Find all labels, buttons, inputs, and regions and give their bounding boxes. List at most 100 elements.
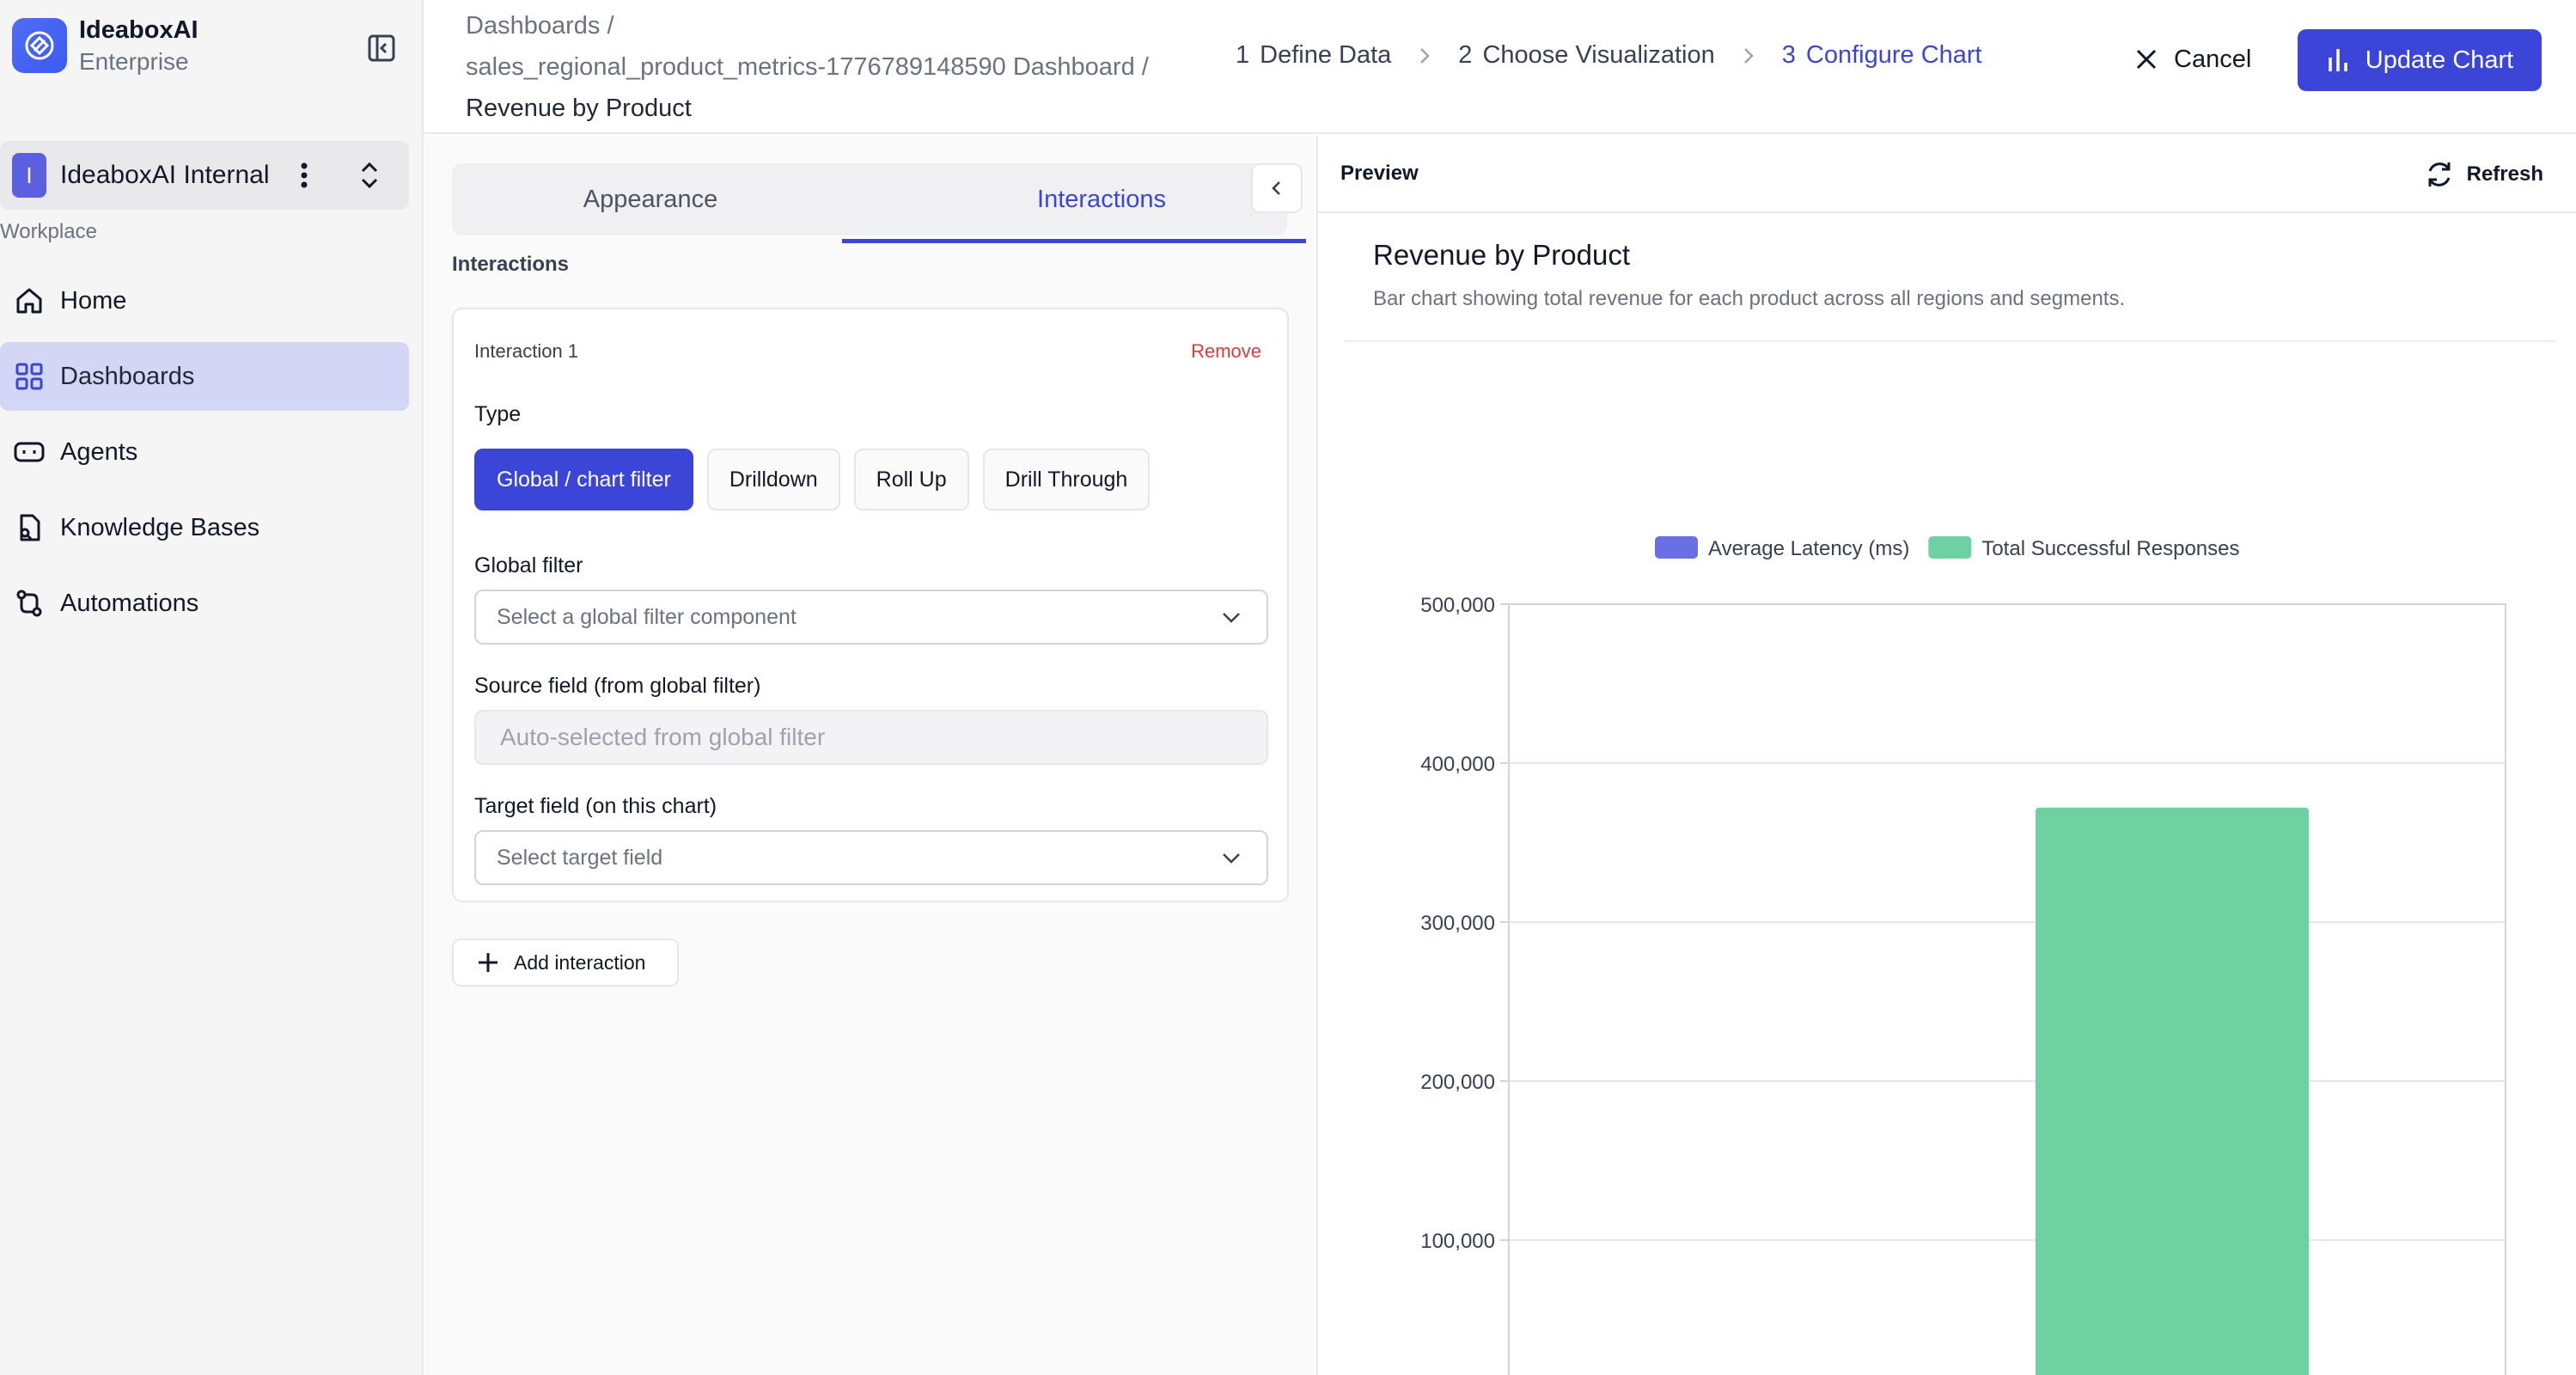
chart-subtitle: Bar chart showing total revenue for each… <box>1373 287 2126 310</box>
y-tick-label: 500,000 <box>1420 594 1495 617</box>
workspace-switcher[interactable]: I IdeaboxAI Internal <box>0 141 409 210</box>
interaction-type-group: Global / chart filter Drilldown Roll Up … <box>474 449 1163 510</box>
type-label: Type <box>474 402 522 426</box>
chevron-left-icon <box>1272 181 1280 195</box>
source-field-placeholder: Auto-selected from global filter <box>500 724 826 750</box>
bar <box>2036 807 2309 1375</box>
chevron-right-icon <box>1419 46 1431 66</box>
step-label: Configure Chart <box>1805 41 1982 69</box>
knowledge-base-icon <box>12 510 46 545</box>
active-tab-indicator <box>842 239 1306 243</box>
step-label: Define Data <box>1260 41 1392 69</box>
sidebar-item-dashboards[interactable]: Dashboards <box>0 342 409 411</box>
step-number: 3 <box>1781 41 1796 69</box>
collapse-sidebar-button[interactable] <box>361 29 402 67</box>
target-field-label: Target field (on this chart) <box>474 794 717 818</box>
breadcrumb-dashboards[interactable]: Dashboards <box>466 12 600 40</box>
breadcrumb-dashboard[interactable]: sales_regional_product_metrics-177678914… <box>466 53 1135 81</box>
add-interaction-button[interactable]: Add interaction <box>452 938 679 987</box>
step-define-data[interactable]: 1 Define Data <box>1236 41 1391 70</box>
brand: IdeaboxAI Enterprise <box>12 15 198 76</box>
sidebar-nav: Home Dashboards Agents Knowledge Bases A… <box>0 266 409 645</box>
more-vertical-icon <box>301 162 308 188</box>
update-chart-button[interactable]: Update Chart <box>2298 29 2542 91</box>
step-number: 2 <box>1458 41 1473 69</box>
refresh-button[interactable]: Refresh <box>2424 156 2543 192</box>
bar-chart: Average Latency (ms) Total Successful Res… <box>1420 536 2506 1375</box>
y-tick-label: 100,000 <box>1420 1230 1495 1253</box>
agents-icon <box>12 435 46 469</box>
interaction-title: Interaction 1 <box>474 340 579 362</box>
divider <box>1344 340 2555 342</box>
sidebar-item-knowledge-bases[interactable]: Knowledge Bases <box>0 493 409 562</box>
interaction-card: Interaction 1 Remove Type Global / chart… <box>452 308 1289 902</box>
refresh-label: Refresh <box>2466 162 2543 186</box>
legend-label: Total Successful Responses <box>1981 537 2239 560</box>
y-tick-label: 200,000 <box>1420 1071 1495 1094</box>
preview-panel: Preview Refresh Revenue by Product Bar c… <box>1316 136 2576 1375</box>
source-field-label: Source field (from global filter) <box>474 674 761 698</box>
breadcrumb-separator: / <box>607 12 614 40</box>
top-header: Dashboards / sales_regional_product_metr… <box>424 0 2576 134</box>
global-filter-label: Global filter <box>474 553 583 578</box>
bar-chart-icon <box>2326 47 2350 73</box>
workspace-avatar: I <box>12 153 46 198</box>
sidebar: IdeaboxAI Enterprise I IdeaboxAI Interna… <box>0 0 424 1375</box>
legend-swatch <box>1928 536 1972 559</box>
type-drilldown-button[interactable]: Drilldown <box>706 449 840 510</box>
sidebar-item-automations[interactable]: Automations <box>0 569 409 638</box>
workspace-name: IdeaboxAI Internal <box>60 161 270 189</box>
sidebar-item-label: Home <box>60 286 127 315</box>
type-roll-up-button[interactable]: Roll Up <box>853 449 969 510</box>
cancel-button[interactable]: Cancel <box>2134 34 2251 84</box>
home-icon <box>12 284 46 318</box>
step-number: 1 <box>1236 41 1250 69</box>
sidebar-toggle-icon <box>368 34 395 62</box>
add-interaction-label: Add interaction <box>514 950 646 974</box>
preview-label: Preview <box>1340 162 1419 185</box>
sidebar-item-label: Knowledge Bases <box>60 513 260 541</box>
type-drill-through-button[interactable]: Drill Through <box>982 449 1151 510</box>
y-tick-label: 400,000 <box>1420 753 1495 776</box>
cancel-label: Cancel <box>2174 45 2252 73</box>
automations-icon <box>12 586 46 620</box>
update-chart-label: Update Chart <box>2365 46 2514 74</box>
sidebar-item-agents[interactable]: Agents <box>0 418 409 486</box>
target-field-placeholder: Select target field <box>497 845 663 870</box>
remove-interaction-button[interactable]: Remove <box>1191 340 1261 363</box>
plus-icon <box>476 950 500 975</box>
breadcrumb-separator: / <box>1141 53 1149 81</box>
chart-title: Revenue by Product <box>1373 239 1631 271</box>
sidebar-item-label: Agents <box>60 437 138 466</box>
step-label: Choose Visualization <box>1482 41 1715 69</box>
chevron-down-icon <box>1220 847 1242 868</box>
interactions-heading: Interactions <box>452 253 570 276</box>
workspace-more-button[interactable] <box>289 156 320 194</box>
dashboards-icon <box>12 359 46 394</box>
global-filter-select[interactable]: Select a global filter component <box>474 590 1268 645</box>
workspace-switch-button[interactable] <box>352 156 387 194</box>
target-field-select[interactable]: Select target field <box>474 830 1268 885</box>
sidebar-item-label: Dashboards <box>60 362 195 390</box>
type-global-chart-filter-button[interactable]: Global / chart filter <box>474 449 693 510</box>
preview-toolbar: Preview Refresh <box>1318 136 2576 213</box>
brand-name: IdeaboxAI <box>79 16 198 45</box>
tab-appearance[interactable]: Appearance <box>452 163 849 235</box>
step-configure-chart[interactable]: 3 Configure Chart <box>1782 41 1982 70</box>
breadcrumb: Dashboards / sales_regional_product_metr… <box>466 5 1149 129</box>
sidebar-section-label: Workplace <box>0 220 97 243</box>
refresh-icon <box>2424 159 2455 190</box>
chevrons-up-down-icon <box>361 162 378 189</box>
global-filter-placeholder: Select a global filter component <box>497 604 797 629</box>
sidebar-item-label: Automations <box>60 589 199 617</box>
wizard-steps: 1 Define Data 2 Choose Visualization 3 Conf… <box>1236 41 1982 70</box>
collapse-panel-button[interactable] <box>1251 163 1303 213</box>
config-tabs: Appearance Interactions <box>452 163 1287 235</box>
sidebar-item-home[interactable]: Home <box>0 266 409 335</box>
brand-edition: Enterprise <box>79 47 189 75</box>
brand-logo-icon <box>12 18 67 73</box>
close-icon <box>2134 47 2158 71</box>
step-choose-visualization[interactable]: 2 Choose Visualization <box>1458 41 1714 70</box>
source-field-input: Auto-selected from global filter <box>474 710 1268 765</box>
config-panel: Appearance Interactions Interactions Int… <box>424 136 1316 1375</box>
